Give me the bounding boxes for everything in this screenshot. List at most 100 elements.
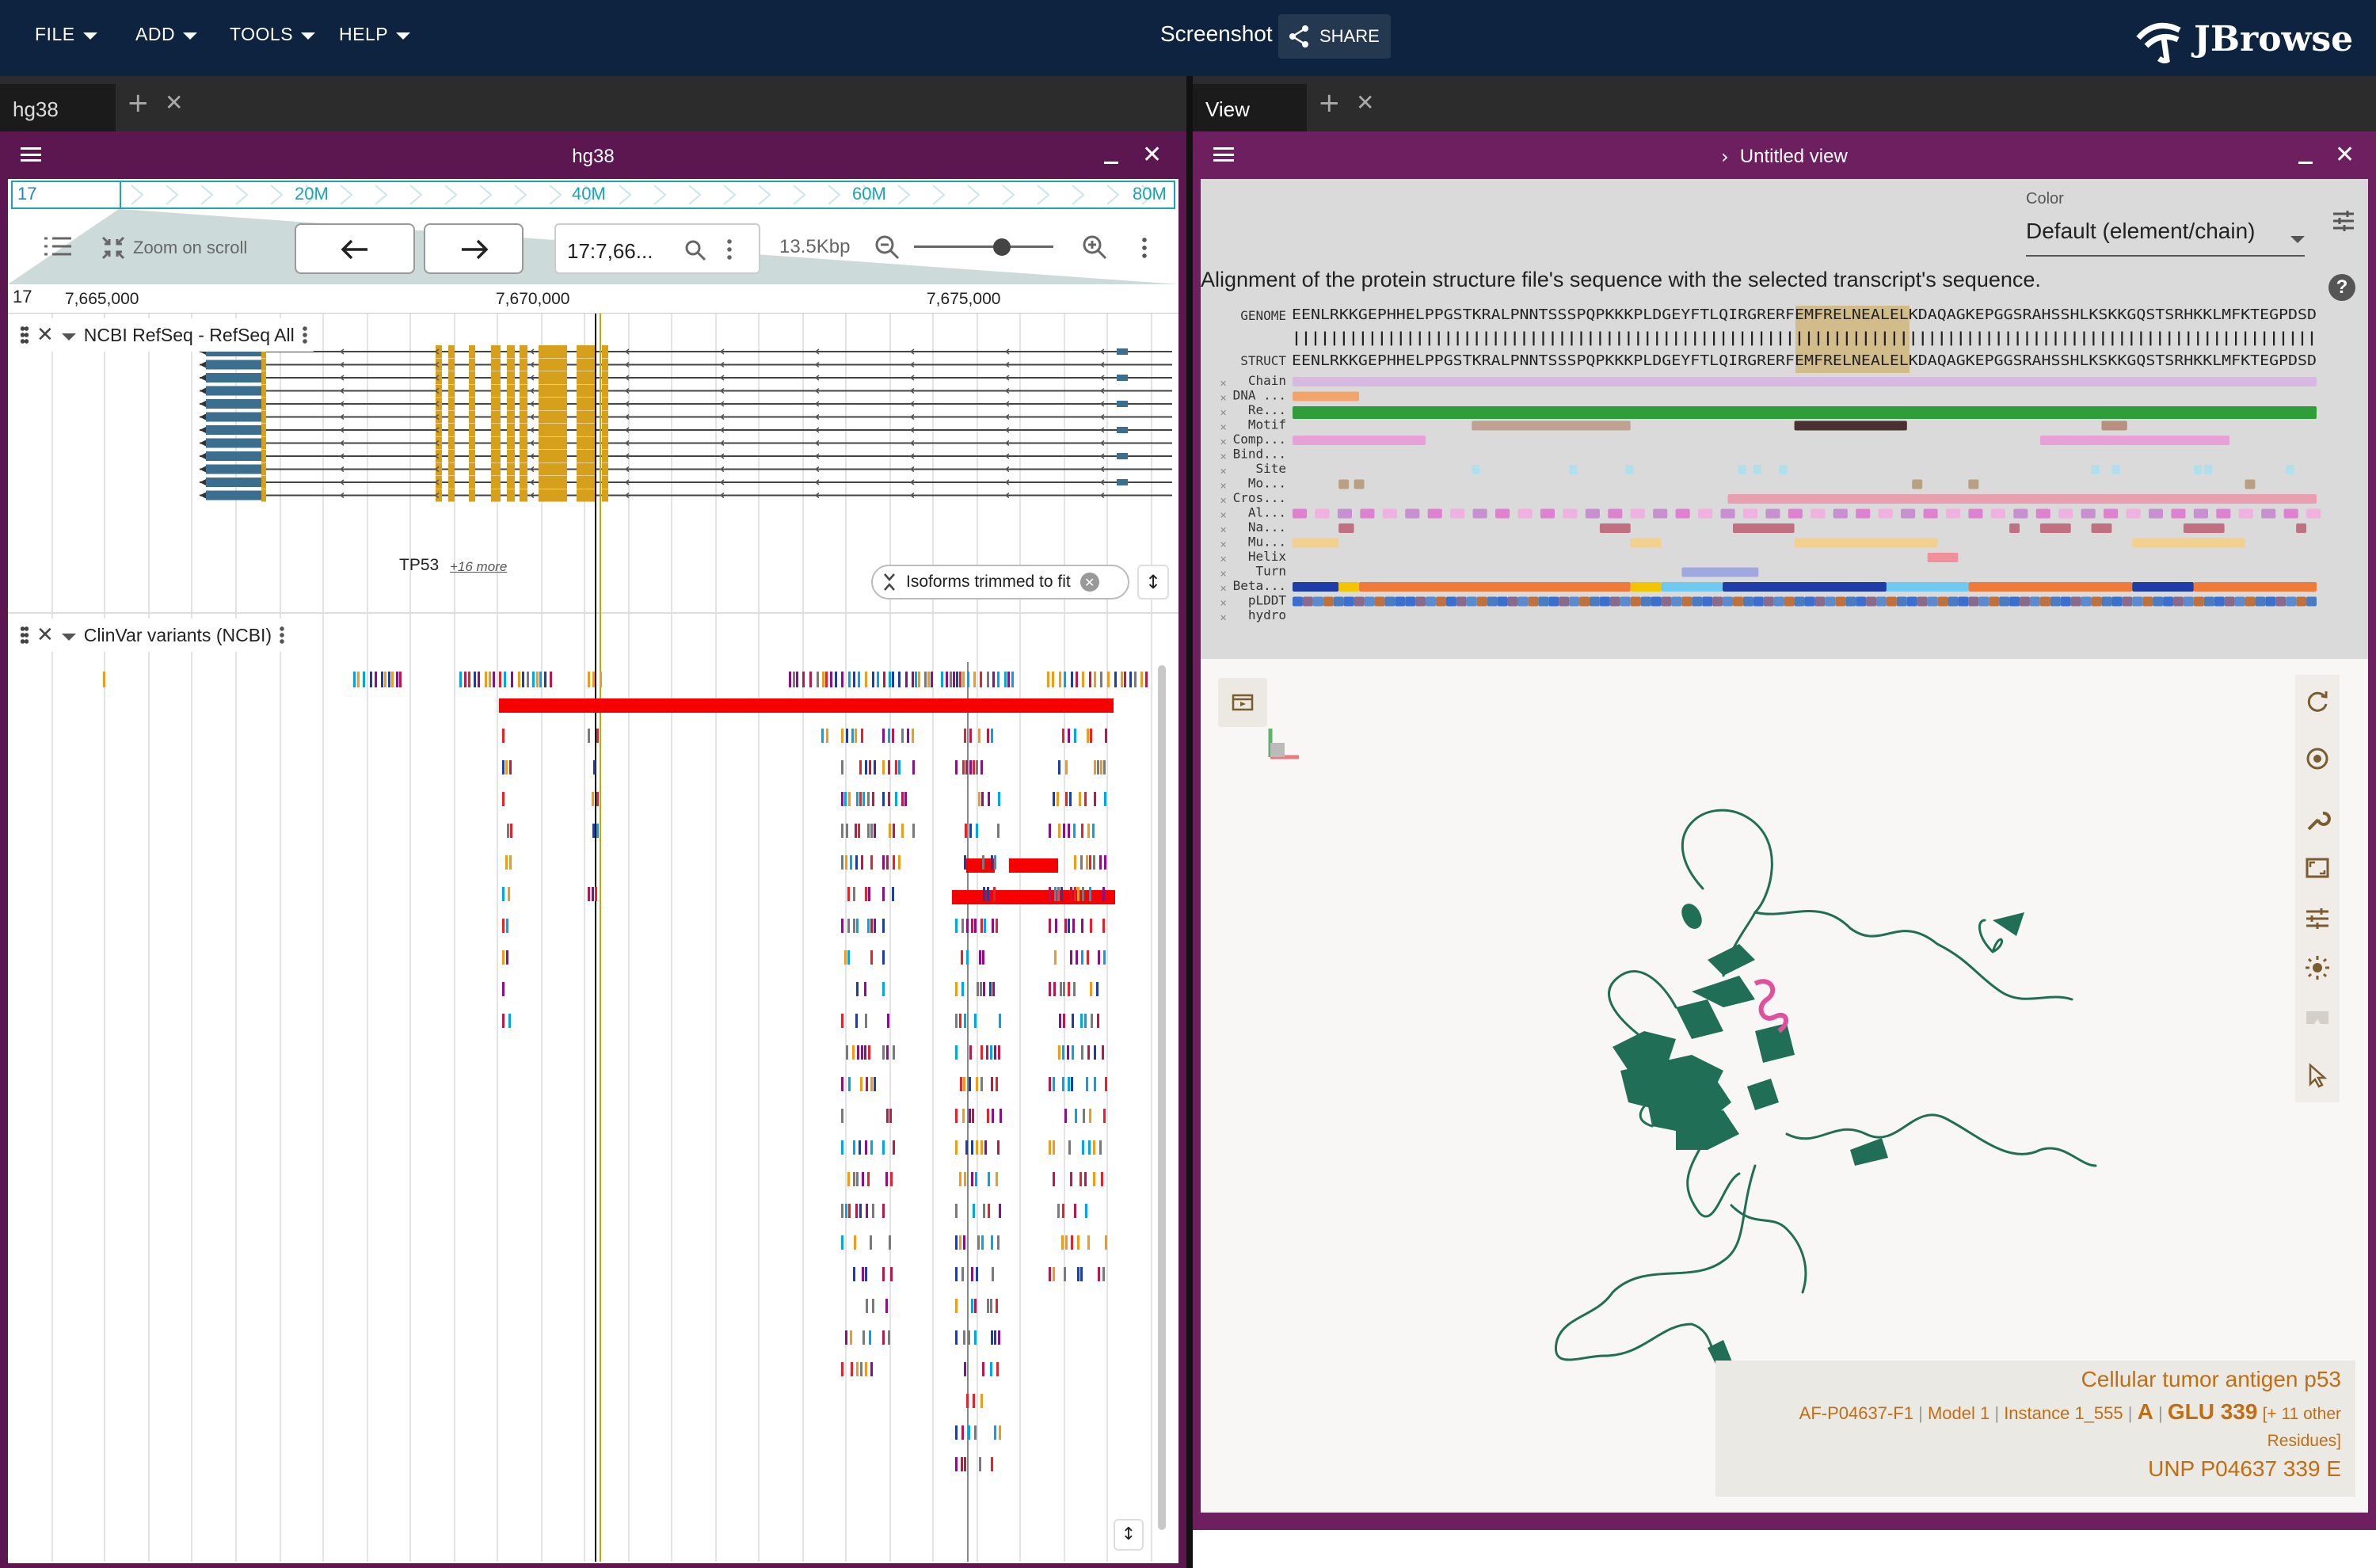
variant (596, 824, 599, 838)
drag-handle-icon[interactable] (21, 626, 29, 645)
add-tab-icon[interactable]: + (1318, 87, 1341, 119)
add-tab-icon[interactable]: + (127, 87, 150, 119)
variant (980, 760, 983, 774)
menu-add[interactable]: ADD (135, 24, 198, 45)
menu-help[interactable]: HELP (339, 24, 411, 45)
more-vert-icon[interactable] (727, 238, 732, 260)
feature-bar (2193, 508, 2208, 519)
feature-bar (1293, 436, 1426, 445)
tab-hg38[interactable]: hg38 (0, 84, 116, 131)
close-track-icon[interactable]: ✕ (36, 623, 54, 647)
track-height-icon[interactable]: ↕ (1137, 565, 1169, 599)
collapse-track-icon[interactable] (61, 633, 76, 641)
more-isoforms-link[interactable]: +16 more (450, 559, 507, 575)
close-tab-icon[interactable]: ✕ (165, 89, 183, 116)
menu-file[interactable]: FILE (35, 24, 97, 45)
feature-bar (2020, 596, 2030, 607)
clear-icon[interactable]: ✕ (1079, 573, 1099, 592)
share-icon (1289, 25, 1308, 48)
variant (866, 1204, 868, 1218)
feature-bar (1945, 508, 1961, 519)
variant (968, 1330, 970, 1345)
lgv-header: hg38 ✕ (8, 135, 1178, 179)
feature-bar (2203, 465, 2213, 474)
zoom-on-scroll-toggle[interactable]: Zoom on scroll (101, 236, 247, 260)
variant (485, 672, 487, 687)
close-view-icon[interactable]: ✕ (2335, 141, 2355, 169)
feature-bar (1661, 582, 1723, 592)
variant (966, 950, 969, 965)
drag-handle-icon[interactable] (21, 325, 29, 344)
track-menu-icon[interactable] (302, 325, 307, 344)
variant (965, 1140, 968, 1155)
track-selector-icon[interactable] (44, 234, 71, 262)
color-select[interactable]: Default (element/chain) (2026, 219, 2305, 257)
variant-large (966, 858, 995, 873)
zoom-out-icon[interactable] (874, 234, 900, 260)
minimize-icon[interactable] (1104, 162, 1118, 164)
variant (510, 824, 512, 838)
track-scrollbar[interactable] (1158, 665, 1166, 1530)
menu-tools[interactable]: TOOLS (230, 24, 316, 45)
variant (867, 1172, 870, 1186)
zoom-slider-thumb[interactable] (993, 238, 1011, 256)
tune-icon[interactable] (2332, 209, 2355, 233)
locstring-input[interactable]: 17:7,66... (554, 223, 760, 274)
variant (853, 887, 855, 901)
variant (1058, 760, 1060, 774)
feature-bar (1825, 596, 1836, 607)
remove-feature-icon: ✕ (1220, 584, 1227, 594)
feature-bar (1426, 596, 1437, 607)
variant (870, 824, 873, 838)
scroll-right-button[interactable] (424, 223, 524, 274)
help-icon[interactable]: ? (2328, 274, 2355, 301)
isoforms-trimmed-chip[interactable]: Isoforms trimmed to fit ✕ (871, 565, 1129, 599)
panel-divider[interactable] (1186, 76, 1193, 1568)
search-icon[interactable] (684, 239, 706, 261)
feature-bar (1989, 596, 2000, 607)
variant (1074, 1204, 1076, 1218)
variant (1049, 1140, 1051, 1155)
chevron-down-icon (301, 32, 316, 40)
track-name: ClinVar variants (NCBI) (83, 624, 272, 645)
struct-sequence[interactable]: EENLRKKGEPHHELPPGSTKRALPNNTSSSPQPKKKPLDG… (1292, 353, 2317, 369)
feature-bar (1384, 596, 1396, 607)
variant (1049, 982, 1051, 996)
feature-bar (2081, 596, 2092, 607)
variant (1053, 1140, 1055, 1155)
track-height-icon[interactable]: ↕ (1114, 1519, 1144, 1551)
variant (1072, 1014, 1074, 1028)
track-menu-icon[interactable] (280, 626, 285, 645)
view-title-area[interactable]: › Untitled view (1201, 146, 2368, 168)
feature-bar (1293, 377, 2317, 386)
close-track-icon[interactable]: ✕ (36, 323, 54, 347)
view-options-icon[interactable] (1142, 236, 1147, 260)
session-name[interactable]: Screenshot (1160, 21, 1273, 47)
variant (955, 1045, 958, 1060)
variant (1074, 729, 1076, 743)
close-tab-icon[interactable]: ✕ (1356, 89, 1374, 116)
feature-bar (2245, 479, 2256, 489)
feature-bar (1651, 596, 1662, 607)
variant (1091, 1014, 1093, 1028)
scroll-left-button[interactable] (295, 223, 415, 274)
coil-backbone (1554, 809, 2097, 1437)
zoom-in-icon[interactable] (1082, 234, 1107, 260)
variant (895, 792, 897, 806)
share-button[interactable]: SHARE (1278, 14, 1391, 59)
feature-bar (1293, 406, 2317, 419)
tab-view[interactable]: View (1193, 84, 1307, 131)
variant (846, 824, 848, 838)
chevron-down-icon (396, 32, 411, 40)
variant (888, 792, 890, 806)
genome-sequence[interactable]: EENLRKKGEPHHELPPGSTKRALPNNTSSSPQPKKKPLDG… (1292, 307, 2317, 323)
variant (1121, 672, 1123, 687)
variant (850, 1330, 852, 1345)
overview-scalebar[interactable]: 17 20M 40M 60M 80M (11, 181, 1175, 209)
collapse-track-icon[interactable] (61, 333, 76, 341)
variant (969, 729, 972, 743)
minimize-icon[interactable] (2298, 162, 2313, 164)
close-view-icon[interactable]: ✕ (1142, 141, 1162, 169)
gene-label[interactable]: TP53 (399, 556, 439, 575)
zoom-slider[interactable] (914, 245, 1053, 248)
